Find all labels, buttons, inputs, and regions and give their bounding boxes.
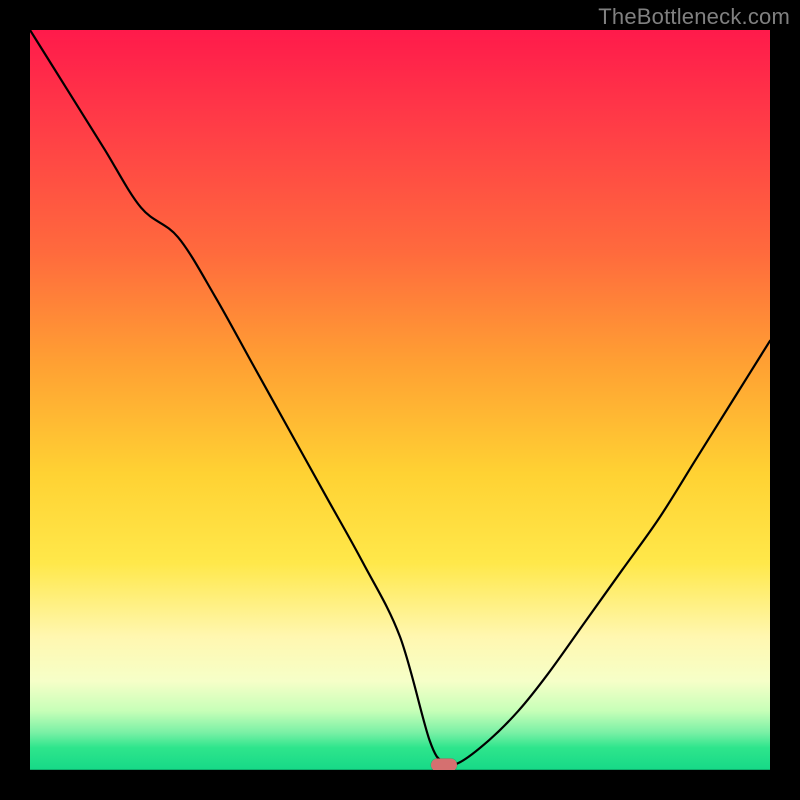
plot-area bbox=[30, 30, 770, 770]
plot-baseline bbox=[30, 769, 770, 770]
optimal-marker bbox=[431, 758, 457, 770]
chart-frame: TheBottleneck.com bbox=[0, 0, 800, 800]
gradient-background bbox=[30, 30, 770, 770]
watermark-text: TheBottleneck.com bbox=[598, 4, 790, 30]
